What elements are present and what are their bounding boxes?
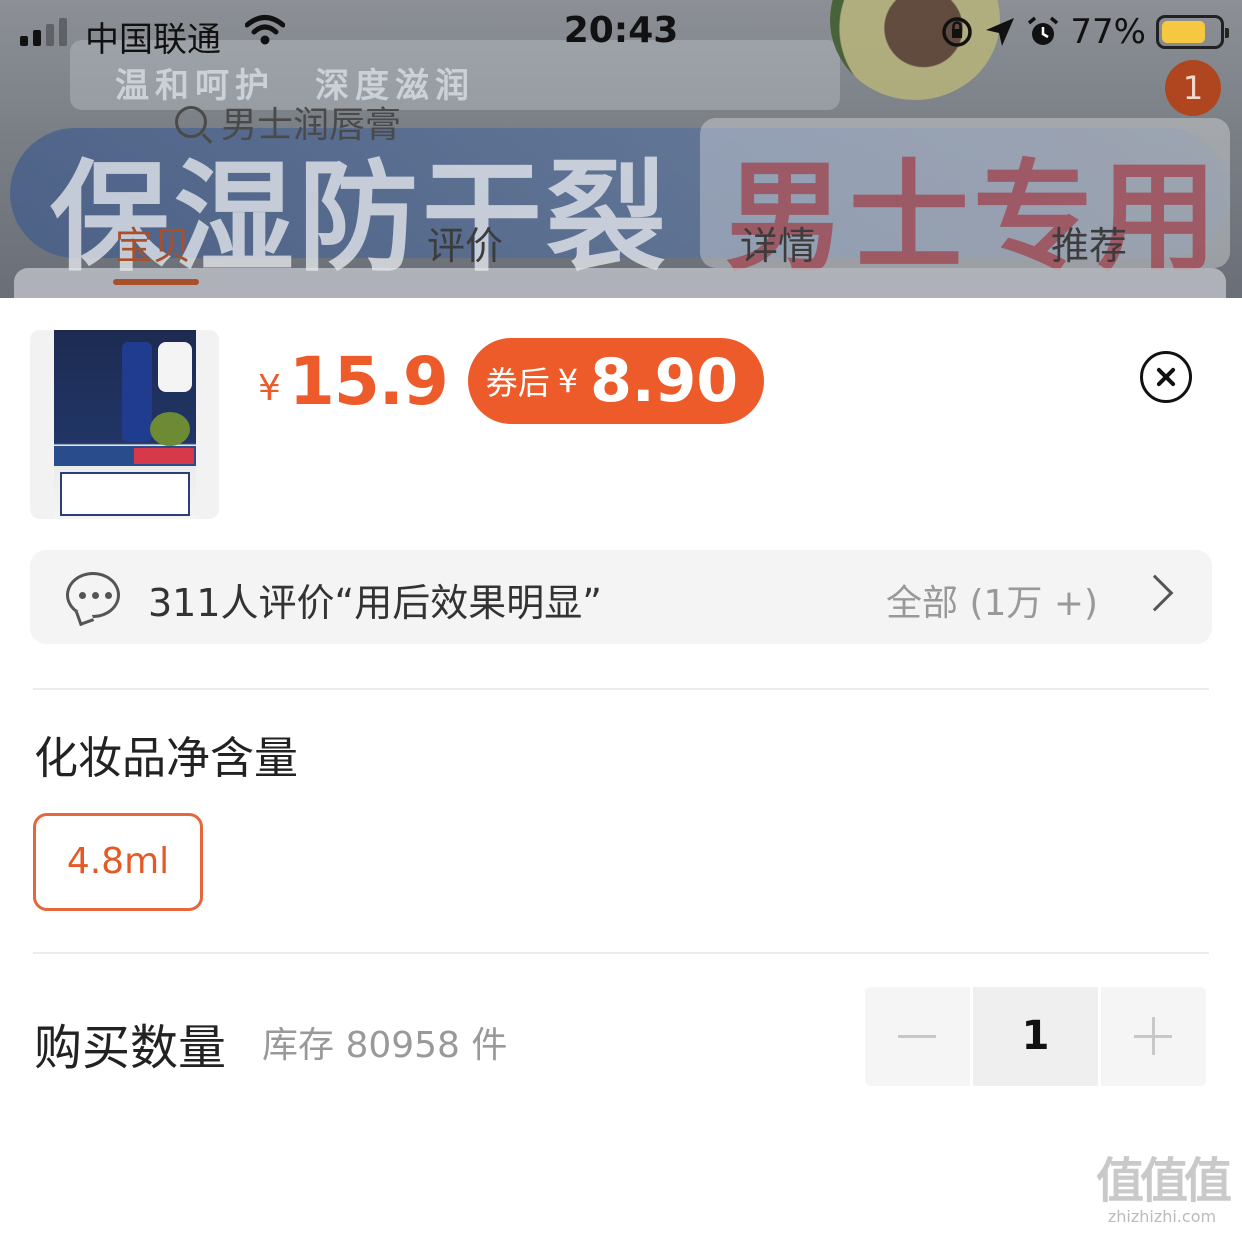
close-icon[interactable] [1140,351,1192,403]
decrease-button[interactable] [865,987,970,1086]
search-text: 男士润唇膏 [221,105,402,146]
chevron-right-icon [1136,574,1174,612]
coupon-price-badge: 券后 ¥ 8.90 [467,338,765,424]
search-bar[interactable]: 男士润唇膏 [175,96,401,148]
coupon-price-value: 8.90 [590,346,739,416]
search-icon [175,106,207,138]
battery-percent: 77% [1070,12,1146,52]
location-arrow-icon [986,18,1015,46]
alarm-icon [1028,16,1059,45]
watermark-url: zhizhizhi.com [1107,1207,1217,1226]
battery-icon [1156,15,1229,49]
quantity-value[interactable]: 1 [973,987,1098,1086]
active-tab-indicator [113,279,199,285]
quantity-stepper: 1 [865,987,1209,1086]
watermark-logo: 值值值 [1095,1153,1232,1209]
price-currency: ¥ [258,367,281,409]
divider [33,688,1209,690]
minus-icon [898,1035,936,1038]
price-row: ¥ 15.9 券后 ¥ 8.90 [258,338,765,424]
product-package-image [54,330,196,519]
sku-selection-sheet: ¥ 15.9 券后 ¥ 8.90 311人评价“用后效果明显” 全部 (1万 +… [0,298,1242,1238]
quantity-title: 购买数量 [34,1020,227,1076]
product-thumbnail[interactable] [30,330,219,519]
tab-item[interactable]: 宝贝 [115,215,191,270]
divider [33,952,1209,954]
review-summary-bar[interactable]: 311人评价“用后效果明显” 全部 (1万 +) [30,550,1212,644]
rotation-lock-icon [942,17,973,47]
site-watermark: 值值值 zhizhizhi.com [1092,1155,1232,1226]
product-tabs: 宝贝 评价 详情 推荐 [0,215,1242,285]
tab-reviews[interactable]: 评价 [427,215,503,270]
status-icons: 77% [940,12,1229,52]
increase-button[interactable] [1101,987,1206,1086]
all-reviews-link[interactable]: 全部 (1万 +) [886,574,1098,626]
tab-recommend[interactable]: 推荐 [1051,215,1127,270]
chat-bubble-icon [66,572,120,618]
spec-option-selected[interactable]: 4.8ml [33,813,203,911]
spec-title: 化妆品净含量 [34,733,298,784]
coupon-currency: ¥ [557,362,579,400]
price-value: 15.9 [288,342,449,420]
coupon-label: 券后 [485,364,550,402]
cart-count-badge[interactable]: 1 [1165,60,1221,116]
stock-count: 库存 80958 件 [262,1025,508,1066]
tab-details[interactable]: 详情 [740,215,816,270]
review-summary-text: 311人评价“用后效果明显” [148,581,602,625]
status-bar: 中国联通 20:43 77% [0,0,1242,62]
battery-level [1162,21,1206,43]
